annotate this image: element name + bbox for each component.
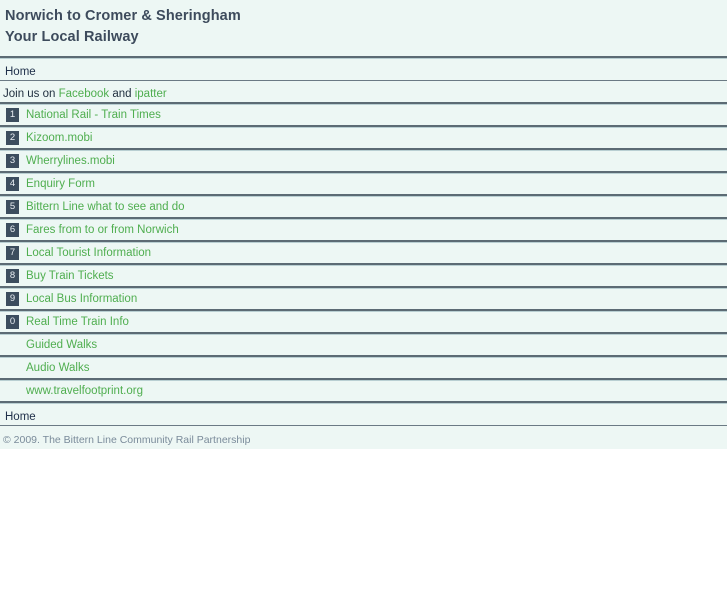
- menu-access-key-badge: 6: [6, 223, 19, 237]
- join-prefix-text: Join us on: [3, 88, 59, 100]
- menu-item-link[interactable]: Wherrylines.mobi: [26, 151, 115, 171]
- footer-home-link[interactable]: Home: [5, 411, 36, 423]
- breadcrumb-home-link[interactable]: Home: [5, 65, 36, 80]
- menu-row[interactable]: 3 Wherrylines.mobi: [0, 151, 727, 171]
- page-title-line-2: Your Local Railway: [5, 29, 139, 45]
- menu-row[interactable]: www.travelfootprint.org: [0, 381, 727, 401]
- menu-row[interactable]: 5 Bittern Line what to see and do: [0, 197, 727, 217]
- facebook-link[interactable]: Facebook: [59, 88, 110, 100]
- menu-item-link[interactable]: Kizoom.mobi: [26, 128, 92, 148]
- menu-row[interactable]: Audio Walks: [0, 358, 727, 378]
- menu-item-link[interactable]: Guided Walks: [26, 335, 97, 355]
- menu-item-link[interactable]: Fares from to or from Norwich: [26, 220, 179, 240]
- menu-item-link[interactable]: Audio Walks: [26, 358, 90, 378]
- menu-access-key-badge: 7: [6, 246, 19, 260]
- page-blank-area: [0, 449, 727, 604]
- copyright-text: © 2009. The Bittern Line Community Rail …: [3, 434, 251, 446]
- menu-access-key-badge: 3: [6, 154, 19, 168]
- page-title-line-1: Norwich to Cromer & Sheringham: [5, 8, 241, 24]
- social-join-row: Join us on Facebook and ipatter: [0, 81, 727, 102]
- menu-item-link[interactable]: Real Time Train Info: [26, 312, 129, 332]
- menu-row[interactable]: 4 Enquiry Form: [0, 174, 727, 194]
- menu-row[interactable]: 6 Fares from to or from Norwich: [0, 220, 727, 240]
- menu-access-key-badge: 8: [6, 269, 19, 283]
- menu-item-link[interactable]: Local Tourist Information: [26, 243, 151, 263]
- menu-access-key-badge: 9: [6, 292, 19, 306]
- menu-item-link[interactable]: Bittern Line what to see and do: [26, 197, 185, 217]
- menu-access-key-badge: 4: [6, 177, 19, 191]
- footer-nav: Home: [0, 404, 727, 425]
- menu-access-key-badge: 2: [6, 131, 19, 145]
- menu-item-link[interactable]: Buy Train Tickets: [26, 266, 114, 286]
- menu-access-key-badge: 5: [6, 200, 19, 214]
- menu-row[interactable]: 1 National Rail - Train Times: [0, 105, 727, 125]
- join-conjunction-text: and: [109, 88, 135, 100]
- menu-row[interactable]: 7 Local Tourist Information: [0, 243, 727, 263]
- page-root: Norwich to Cromer & Sheringham Your Loca…: [0, 0, 727, 604]
- breadcrumb: Home: [0, 59, 727, 80]
- site-header: Norwich to Cromer & Sheringham Your Loca…: [0, 0, 727, 56]
- menu-row[interactable]: 0 Real Time Train Info: [0, 312, 727, 332]
- menu-row[interactable]: Guided Walks: [0, 335, 727, 355]
- menu-item-link[interactable]: www.travelfootprint.org: [26, 381, 143, 401]
- menu-item-link[interactable]: Enquiry Form: [26, 174, 95, 194]
- menu-item-link[interactable]: National Rail - Train Times: [26, 105, 161, 125]
- menu-item-link[interactable]: Local Bus Information: [26, 289, 137, 309]
- menu-row[interactable]: 9 Local Bus Information: [0, 289, 727, 309]
- menu-list: 1 National Rail - Train Times 2 Kizoom.mobi…: [0, 102, 727, 404]
- menu-row[interactable]: 2 Kizoom.mobi: [0, 128, 727, 148]
- ipatter-link[interactable]: ipatter: [135, 88, 167, 100]
- copyright-bar: © 2009. The Bittern Line Community Rail …: [0, 426, 727, 449]
- menu-access-key-badge: 1: [6, 108, 19, 122]
- menu-row[interactable]: 8 Buy Train Tickets: [0, 266, 727, 286]
- menu-access-key-badge: 0: [6, 315, 19, 329]
